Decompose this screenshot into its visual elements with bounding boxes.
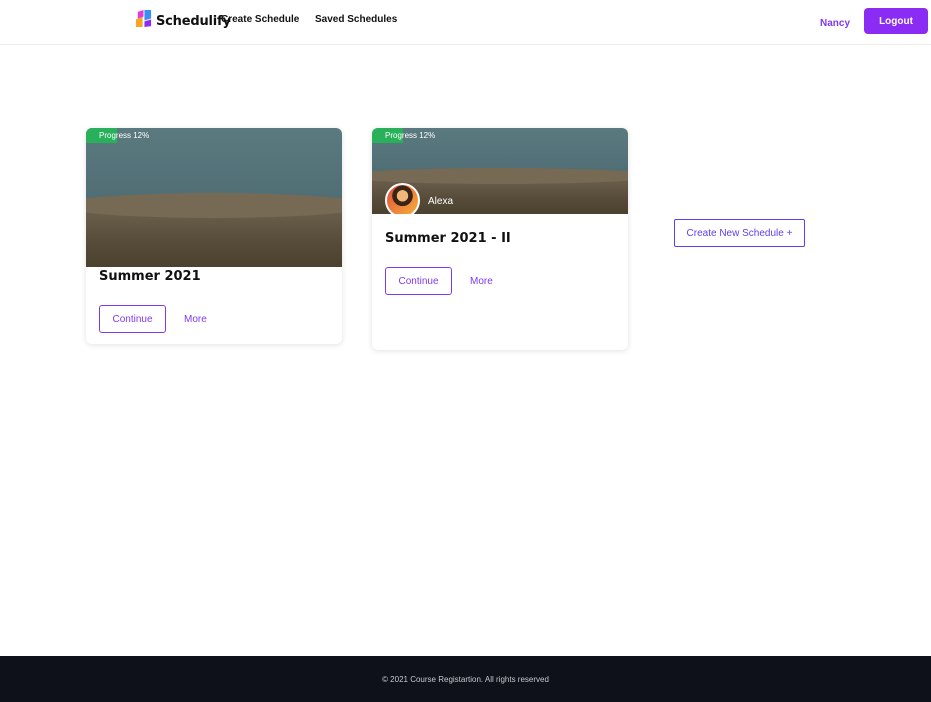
brand-name: Schedulify (156, 13, 231, 29)
top-navbar: Schedulify Create Schedule Saved Schedul… (0, 0, 931, 45)
progress-bar: Progress 12% (86, 128, 342, 143)
more-link[interactable]: More (470, 276, 493, 287)
brand-logo[interactable]: Schedulify (134, 9, 231, 33)
user-name[interactable]: Nancy (820, 18, 850, 29)
progress-label: Progress 12% (385, 131, 436, 140)
cover-dunes (86, 193, 342, 267)
create-new-schedule-button[interactable]: Create New Schedule + (674, 219, 805, 247)
progress-bar: Progress 12% (372, 128, 628, 143)
schedule-title: Summer 2021 - II (385, 231, 511, 246)
more-link[interactable]: More (184, 314, 207, 325)
schedule-card: Progress 12% Alexa Summer 2021 - II Cont… (372, 128, 628, 350)
nav-create-schedule[interactable]: Create Schedule (221, 14, 299, 25)
schedule-card: Progress 12% Summer 2021 Continue More (86, 128, 342, 344)
continue-button[interactable]: Continue (385, 267, 452, 295)
avatar[interactable] (385, 183, 420, 214)
owner-name: Alexa (428, 196, 454, 207)
logout-button[interactable]: Logout (864, 8, 928, 34)
page: Schedulify Create Schedule Saved Schedul… (0, 0, 931, 702)
copyright-text: © 2021 Course Registartion. All rights r… (382, 675, 549, 684)
progress-label: Progress 12% (99, 131, 150, 140)
card-cover-image: Progress 12% Alexa (372, 128, 628, 214)
continue-button[interactable]: Continue (99, 305, 166, 333)
card-cover-image: Progress 12% (86, 128, 342, 267)
nav-saved-schedules[interactable]: Saved Schedules (315, 14, 397, 25)
schedulify-logo-icon (134, 9, 153, 33)
schedule-title: Summer 2021 (99, 269, 201, 284)
footer: © 2021 Course Registartion. All rights r… (0, 656, 931, 702)
